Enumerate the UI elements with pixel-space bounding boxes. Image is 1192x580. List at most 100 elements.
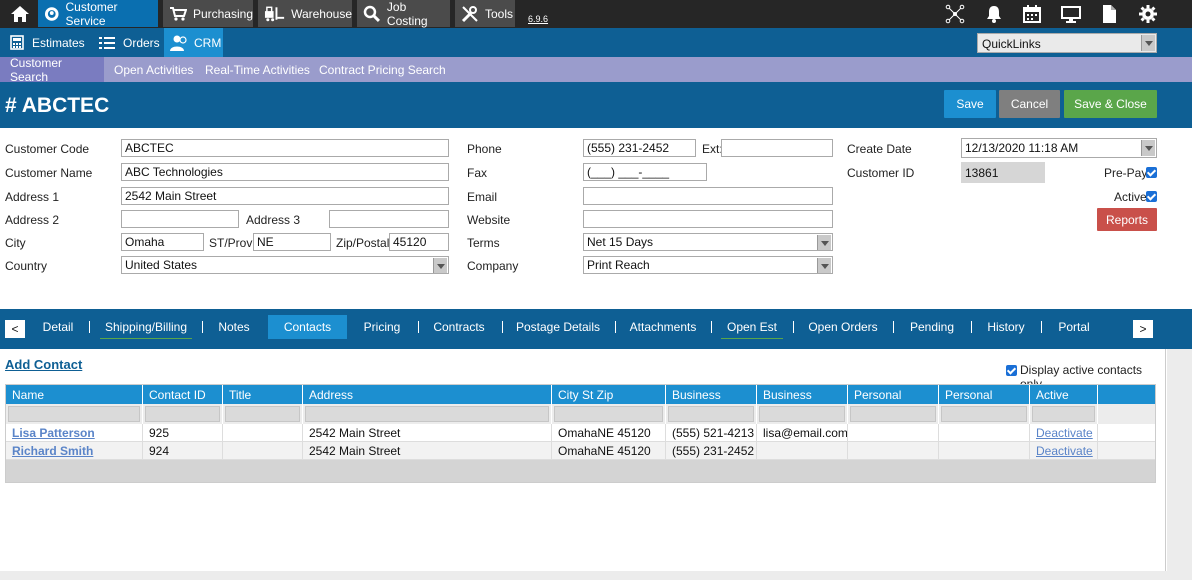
address2-field[interactable] [121,210,239,228]
active-checkbox[interactable] [1146,191,1157,202]
bell-icon[interactable] [984,4,1004,24]
document-icon[interactable] [1099,4,1119,24]
section-customer-search[interactable]: Customer Search [0,56,104,84]
chevron-down-icon [817,235,831,250]
deactivate-link[interactable]: Deactivate [1036,444,1093,458]
save-close-button[interactable]: Save & Close [1064,90,1157,118]
filter-business-phone[interactable] [666,404,757,424]
table-row-cell-name[interactable]: Richard Smith [6,442,143,460]
tab-pending[interactable]: Pending [903,315,961,339]
company-select[interactable]: Print Reach [583,256,833,274]
customer-name-field[interactable]: ABC Technologies [121,163,449,181]
module-purchasing[interactable]: Purchasing [163,0,253,27]
filter-address[interactable] [303,404,552,424]
contact-name-link[interactable]: Richard Smith [12,444,93,458]
table-row-cell-contact-id: 924 [143,442,223,460]
filter-name[interactable] [6,404,143,424]
table-row-cell-blank [1098,424,1155,442]
tab-history[interactable]: History [981,315,1031,339]
col-header-personal-phone[interactable]: Personal Phone [848,385,939,416]
col-header-business-phone[interactable]: Business Phone [666,385,757,416]
network-icon[interactable] [945,4,965,24]
filter-title[interactable] [223,404,303,424]
table-row-cell-name[interactable]: Lisa Patterson [6,424,143,442]
terms-select[interactable]: Net 15 Days [583,233,833,251]
tab-contracts[interactable]: Contracts [428,315,490,339]
country-select[interactable]: United States [121,256,449,274]
tabs-prev-button[interactable]: < [5,320,25,338]
zip-field[interactable]: 45120 [389,233,449,251]
subnav-orders[interactable]: Orders [89,28,164,57]
quicklinks-select[interactable]: QuickLinks [977,33,1157,53]
monitor-icon[interactable] [1061,4,1081,24]
tab-open-orders[interactable]: Open Orders [803,315,883,339]
home-icon [11,5,29,22]
section-open-activities[interactable]: Open Activities [104,57,203,82]
subnav-estimates[interactable]: Estimates [0,28,90,57]
col-header-name[interactable]: Name [6,385,143,404]
tab-attachments[interactable]: Attachments [625,315,701,339]
city-field[interactable]: Omaha [121,233,204,251]
tab-divider [615,321,616,333]
fax-label: Fax [467,166,488,180]
deactivate-link[interactable]: Deactivate [1036,426,1093,440]
version-link[interactable]: 6.9.6 [528,14,548,24]
col-header-active[interactable]: Active [1030,385,1098,404]
col-header-personal-email[interactable]: Personal Email [939,385,1030,416]
country-value: United States [125,258,198,272]
subnav-crm[interactable]: CRM [164,28,223,57]
fax-field[interactable]: (___) ___-____ [583,163,707,181]
table-row-cell-active[interactable]: Deactivate [1030,424,1098,442]
filter-active[interactable] [1030,404,1098,424]
create-date-field[interactable]: 12/13/2020 11:18 AM [961,138,1157,158]
filter-city-st-zip[interactable] [552,404,666,424]
ext-field[interactable] [721,139,833,157]
tab-postage-details[interactable]: Postage Details [512,315,604,339]
module-job-costing[interactable]: Job Costing [357,0,450,28]
tab-contacts[interactable]: Contacts [268,315,347,339]
module-tools[interactable]: Tools [455,0,515,27]
home-button[interactable] [0,0,36,27]
active-only-checkbox[interactable] [1006,365,1017,376]
email-field[interactable] [583,187,833,205]
address3-field[interactable] [329,210,449,228]
prepay-checkbox[interactable] [1146,167,1157,178]
module-warehouse[interactable]: Warehouse [258,0,352,27]
tab-pricing[interactable]: Pricing [358,315,406,339]
col-header-title[interactable]: Title [223,385,303,404]
save-button[interactable]: Save [944,90,996,118]
module-customer-service[interactable]: Customer Service [38,0,158,28]
users-icon [170,35,187,51]
tab-detail[interactable]: Detail [38,315,78,339]
address1-field[interactable]: 2542 Main Street [121,187,449,205]
add-contact-link[interactable]: Add Contact [5,357,82,372]
contact-name-link[interactable]: Lisa Patterson [12,426,95,440]
filter-contact-id[interactable] [143,404,223,424]
tab-portal[interactable]: Portal [1051,315,1097,339]
tab-open-est[interactable]: Open Est [721,315,783,339]
section-real-time-activities[interactable]: Real-Time Activities [195,57,320,82]
website-field[interactable] [583,210,833,228]
tabs-next-button[interactable]: > [1133,320,1153,338]
col-header-business-email[interactable]: Business Email [757,385,848,416]
col-header-contact-id[interactable]: Contact ID [143,385,223,404]
filter-personal-email[interactable] [939,404,1030,424]
col-header-address[interactable]: Address [303,385,552,404]
state-field[interactable]: NE [253,233,331,251]
phone-label: Phone [467,142,502,156]
calendar-icon[interactable] [1022,4,1042,24]
cancel-button[interactable]: Cancel [999,90,1060,118]
reports-button[interactable]: Reports [1097,208,1157,231]
tab-notes[interactable]: Notes [212,315,256,339]
table-row-cell-active[interactable]: Deactivate [1030,442,1098,460]
filter-business-email[interactable] [757,404,848,424]
phone-field[interactable]: (555) 231-2452 [583,139,696,157]
calculator-icon [10,35,24,50]
terms-value: Net 15 Days [587,235,654,249]
filter-personal-phone[interactable] [848,404,939,424]
col-header-city-st-zip[interactable]: City St Zip [552,385,666,404]
section-contract-pricing-search[interactable]: Contract Pricing Search [309,57,456,82]
gear-icon[interactable] [1138,4,1158,24]
tab-shipping-billing[interactable]: Shipping/Billing [100,315,192,339]
customer-code-field[interactable]: ABCTEC [121,139,449,157]
